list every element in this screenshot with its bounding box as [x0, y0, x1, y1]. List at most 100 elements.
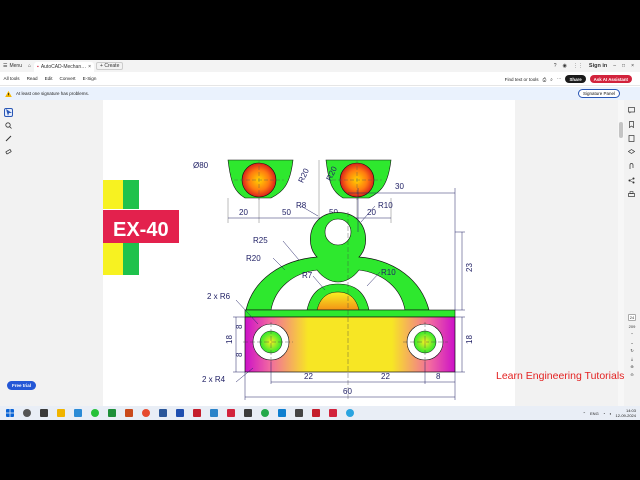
home-button[interactable]: ⌂ — [25, 60, 34, 72]
acrobat-icon-2[interactable] — [329, 409, 337, 417]
scrollbar-thumb[interactable] — [619, 122, 623, 138]
acrobat-icon[interactable] — [227, 409, 235, 417]
ai-assistant-button[interactable]: Ask AI Assistant — [589, 75, 632, 83]
ex-badge-green-top — [123, 180, 139, 209]
hamburger-icon: ☰ — [3, 63, 8, 69]
exercise-label: EX-40 — [113, 219, 169, 241]
erase-tool[interactable] — [4, 147, 13, 156]
paperclip-icon — [629, 162, 633, 169]
dim-r25: R25 — [253, 236, 268, 245]
paint-icon[interactable] — [210, 409, 218, 417]
powerpoint-icon[interactable] — [125, 409, 133, 417]
pen-icon — [5, 135, 12, 142]
language-indicator[interactable]: ENG — [590, 411, 599, 416]
maximize-icon[interactable]: □ — [622, 63, 625, 69]
close-tab-icon[interactable]: × — [88, 64, 91, 70]
menu-esign[interactable]: E-Sign — [79, 76, 100, 81]
clock[interactable]: 14:03 12-09-2024 — [616, 408, 636, 418]
zoom-out-icon[interactable]: ⊖ — [630, 372, 633, 377]
browser-controls: ? ◉ ⋮⋮ Sign in – □ × — [554, 60, 634, 72]
settings-app-icon[interactable] — [346, 409, 354, 417]
pdf-page[interactable]: EX-40 Ø80 R20 R20 20 50 20 30 R8 R10 R25… — [103, 100, 515, 406]
refresh-icon[interactable]: ↻ — [630, 348, 633, 353]
tray-chevron-icon[interactable]: ⌃ — [583, 411, 586, 416]
terminal-icon[interactable] — [244, 409, 252, 417]
document-tab[interactable]: ▪ AutoCAD-Mechanical-E... × — [34, 62, 95, 72]
current-page-number[interactable]: 24 — [627, 314, 637, 321]
free-trial-button[interactable]: Free trial — [7, 381, 37, 390]
create-tab-button[interactable]: + Create — [96, 62, 124, 70]
layers-tool[interactable] — [627, 148, 635, 156]
menu-read[interactable]: Read — [23, 76, 41, 81]
help-icon[interactable]: ? — [554, 63, 557, 69]
zoom-in-icon[interactable]: ⊕ — [630, 364, 633, 369]
ex-badge-yellow-bottom — [103, 243, 123, 275]
wifi-icon[interactable]: ◔ — [603, 411, 605, 416]
print-icon[interactable]: ⎙ — [543, 77, 547, 82]
dim-18-right: 18 — [465, 335, 474, 344]
page-down-icon[interactable]: ⌄ — [630, 340, 633, 345]
autocad-icon-2[interactable] — [312, 409, 320, 417]
attachments-tool[interactable] — [627, 162, 635, 170]
whatsapp-icon[interactable] — [91, 409, 99, 417]
total-pages: 209 — [628, 324, 636, 329]
warning-icon — [5, 90, 12, 97]
bookmark-tool[interactable] — [627, 120, 635, 128]
print-tool[interactable] — [627, 190, 635, 198]
dim-23: 23 — [465, 263, 474, 272]
outlook-icon[interactable] — [176, 409, 184, 417]
vertical-scrollbar[interactable] — [618, 100, 624, 406]
download-icon[interactable]: ⤓ — [631, 356, 633, 361]
notification-icon[interactable]: ◉ — [563, 63, 567, 69]
sign-in-link[interactable]: Sign in — [589, 63, 607, 69]
pages-tool[interactable] — [627, 134, 635, 142]
dim-r20: R20 — [246, 254, 261, 263]
menu-convert[interactable]: Convert — [56, 76, 79, 81]
file-explorer-icon[interactable] — [57, 409, 65, 417]
edge-browser-icon[interactable] — [74, 409, 82, 417]
share-tool[interactable] — [627, 176, 635, 184]
ex-badge-yellow-top — [103, 180, 123, 209]
search-taskbar-icon[interactable] — [23, 409, 31, 417]
share-button[interactable]: Share — [565, 75, 586, 83]
dim-20-b: 20 — [367, 208, 376, 217]
windows-start-icon[interactable] — [6, 409, 14, 417]
right-tool-rail — [626, 106, 636, 198]
more-icon[interactable]: ⋯ — [557, 76, 562, 82]
menu-button[interactable]: ☰ Menu — [0, 60, 25, 72]
close-window-icon[interactable]: × — [631, 63, 634, 69]
page-up-icon[interactable]: ⌃ — [630, 332, 633, 337]
chrome-icon[interactable] — [142, 409, 150, 417]
dim-r8: R8 — [296, 201, 307, 210]
menu-all-tools[interactable]: All tools — [0, 76, 23, 81]
windows-taskbar: ⌃ ENG ◔ ◖ 14:03 12-09-2024 — [0, 406, 640, 420]
dim-r10-mid: R10 — [381, 268, 396, 277]
apps-icon[interactable]: ⋮⋮ — [573, 63, 583, 69]
draw-tool[interactable] — [4, 134, 13, 143]
dim-8-upper: 8 — [235, 324, 244, 329]
word-icon[interactable] — [159, 409, 167, 417]
menu-edit[interactable]: Edit — [41, 76, 56, 81]
minimize-icon[interactable]: – — [613, 63, 616, 69]
dim-22-right: 22 — [381, 372, 390, 381]
comment-tool[interactable] — [627, 106, 635, 114]
toolbar-right: Find text or tools ⎙ ⌕ ⋯ Share Ask AI As… — [505, 72, 632, 86]
dim-8-lower: 8 — [235, 352, 244, 357]
dim-8-bottom: 8 — [436, 372, 441, 381]
store-icon[interactable] — [278, 409, 286, 417]
zoom-tool[interactable] — [4, 121, 13, 130]
camera-icon[interactable] — [295, 409, 303, 417]
search-icon[interactable]: ⌕ — [550, 77, 553, 82]
signature-panel-button[interactable]: Signature Panel — [577, 89, 620, 98]
excel-icon[interactable] — [108, 409, 116, 417]
ex-badge-green-bottom — [123, 243, 139, 275]
task-view-icon[interactable] — [40, 409, 48, 417]
find-tools-search[interactable]: Find text or tools — [505, 77, 539, 82]
autocad-icon[interactable] — [193, 409, 201, 417]
select-tool[interactable] — [4, 108, 13, 117]
dim-18-left: 18 — [225, 335, 234, 344]
green-app-icon[interactable] — [261, 409, 269, 417]
system-tray: ⌃ ENG ◔ ◖ 14:03 12-09-2024 — [583, 406, 636, 420]
volume-icon[interactable]: ◖ — [609, 411, 611, 416]
menu-label: Menu — [9, 63, 22, 69]
